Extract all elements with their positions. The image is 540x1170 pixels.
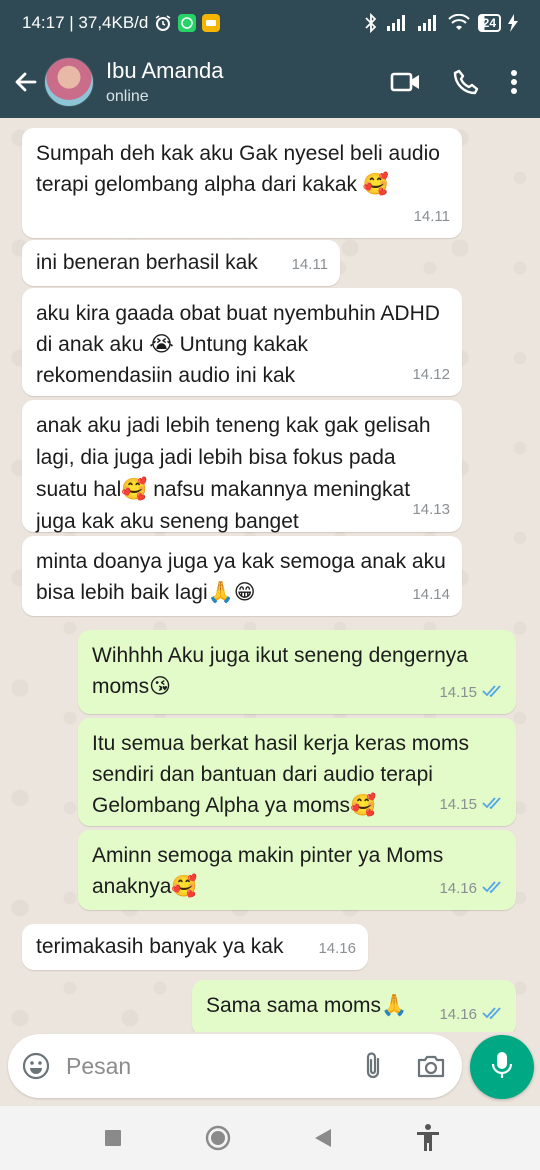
battery-icon: 24 bbox=[477, 14, 501, 32]
message-outgoing[interactable]: Sama sama moms🙏 14.16 bbox=[192, 980, 516, 1032]
wifi-icon bbox=[447, 14, 471, 32]
read-receipt-icon bbox=[482, 999, 504, 1030]
message-time: 14.16 bbox=[439, 880, 477, 897]
avatar[interactable] bbox=[44, 57, 94, 107]
charging-icon bbox=[508, 14, 518, 32]
bluetooth-icon bbox=[364, 13, 378, 33]
app-icon bbox=[202, 14, 221, 32]
message-time: 14.16 bbox=[318, 940, 356, 957]
status-time: 14:17 | 37,4KB/d bbox=[22, 13, 149, 32]
message-text: anak aku jadi lebih teneng kak gak gelis… bbox=[36, 414, 431, 533]
message-text: aku kira gaada obat buat nyembuhin ADHD … bbox=[36, 302, 440, 387]
contact-info[interactable]: Ibu Amanda online bbox=[106, 58, 223, 106]
message-time: 14.15 bbox=[439, 796, 477, 813]
accessibility-icon[interactable] bbox=[406, 1116, 450, 1160]
battery-level: 24 bbox=[482, 16, 496, 30]
message-incoming[interactable]: terimakasih banyak ya kak 14.16 bbox=[22, 924, 368, 970]
message-incoming[interactable]: aku kira gaada obat buat nyembuhin ADHD … bbox=[22, 288, 462, 396]
message-incoming[interactable]: ini beneran berhasil kak 14.11 bbox=[22, 240, 340, 286]
read-receipt-icon bbox=[482, 677, 504, 708]
attach-icon[interactable] bbox=[362, 1051, 384, 1081]
message-text: ini beneran berhasil kak bbox=[36, 251, 258, 274]
contact-name: Ibu Amanda bbox=[106, 58, 224, 83]
whatsapp-icon bbox=[178, 14, 197, 32]
alarm-icon bbox=[154, 14, 172, 32]
home-icon[interactable] bbox=[196, 1116, 240, 1160]
mic-button[interactable] bbox=[470, 1035, 534, 1099]
status-bar: 14:17 | 37,4KB/d 24 bbox=[0, 0, 540, 46]
video-call-icon[interactable] bbox=[390, 70, 422, 94]
mic-icon bbox=[490, 1050, 514, 1085]
back-icon[interactable] bbox=[301, 1116, 345, 1160]
signal-icon bbox=[385, 14, 409, 32]
read-receipt-icon bbox=[482, 789, 504, 820]
message-text: Sumpah deh kak aku Gak nyesel beli audio… bbox=[36, 142, 440, 196]
read-receipt-icon bbox=[482, 873, 504, 904]
message-time: 14.14 bbox=[412, 586, 450, 603]
message-text: terimakasih banyak ya kak bbox=[36, 935, 284, 958]
contact-status: online bbox=[106, 88, 149, 105]
message-outgoing[interactable]: Wihhhh Aku juga ikut seneng dengernya mo… bbox=[78, 630, 516, 714]
message-text: minta doanya juga ya kak semoga anak aku… bbox=[36, 550, 446, 604]
emoji-icon[interactable] bbox=[22, 1052, 50, 1080]
message-outgoing[interactable]: Aminn semoga makin pinter ya Moms anakny… bbox=[78, 830, 516, 910]
message-time: 14.11 bbox=[291, 256, 328, 273]
message-time: 14.12 bbox=[412, 366, 450, 383]
message-input[interactable] bbox=[66, 1052, 362, 1080]
message-time: 14.13 bbox=[412, 501, 450, 518]
message-incoming[interactable]: anak aku jadi lebih teneng kak gak gelis… bbox=[22, 400, 462, 533]
message-incoming[interactable]: minta doanya juga ya kak semoga anak aku… bbox=[22, 536, 462, 616]
phone-call-icon[interactable] bbox=[452, 68, 480, 96]
chat-header: Ibu Amanda online bbox=[0, 46, 540, 118]
chat-area[interactable]: Sumpah deh kak aku Gak nyesel beli audio… bbox=[0, 118, 540, 1032]
message-time: 14.16 bbox=[439, 1006, 477, 1023]
camera-icon[interactable] bbox=[416, 1053, 446, 1079]
recent-apps-icon[interactable] bbox=[91, 1116, 135, 1160]
system-nav-bar bbox=[0, 1106, 540, 1170]
message-incoming[interactable]: Sumpah deh kak aku Gak nyesel beli audio… bbox=[22, 128, 462, 238]
signal-icon bbox=[416, 14, 440, 32]
message-input-bar bbox=[8, 1034, 462, 1098]
message-time: 14.11 bbox=[413, 208, 450, 225]
message-outgoing[interactable]: Itu semua berkat hasil kerja keras moms … bbox=[78, 718, 516, 826]
back-arrow-icon[interactable] bbox=[8, 69, 44, 95]
message-time: 14.15 bbox=[439, 684, 477, 701]
more-vert-icon[interactable] bbox=[510, 69, 518, 95]
